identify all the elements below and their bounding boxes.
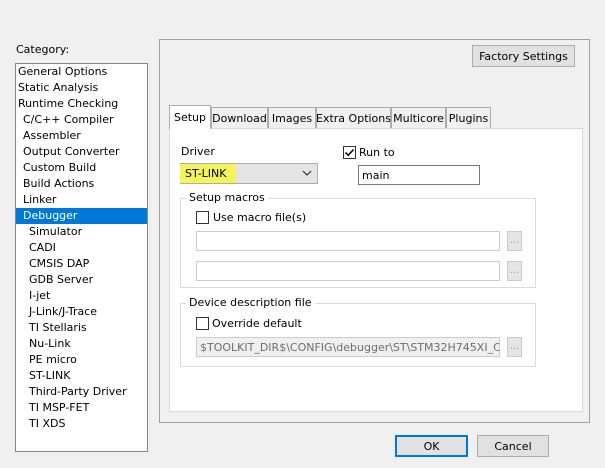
category-item[interactable]: Output Converter xyxy=(16,144,147,160)
factory-settings-button[interactable]: Factory Settings xyxy=(472,45,575,67)
category-item[interactable]: Third-Party Driver xyxy=(16,384,147,400)
category-list[interactable]: General Options Static Analysis Runtime Ch… xyxy=(15,63,148,452)
category-item[interactable]: TI Stellaris xyxy=(16,320,147,336)
category-item[interactable]: GDB Server xyxy=(16,272,147,288)
category-item[interactable]: CADI xyxy=(16,240,147,256)
category-item[interactable]: Custom Build xyxy=(16,160,147,176)
device-file-path: $TOOLKIT_DIR$\CONFIG\debugger\ST\STM32H7… xyxy=(200,341,500,354)
category-item[interactable]: Debugger xyxy=(16,208,147,224)
tab-multicore[interactable]: Multicore xyxy=(391,107,446,128)
category-item[interactable]: Static Analysis xyxy=(16,80,147,96)
category-item[interactable]: C/C++ Compiler xyxy=(16,112,147,128)
category-item[interactable]: ST-LINK xyxy=(16,368,147,384)
category-item[interactable]: General Options xyxy=(16,64,147,80)
check-icon xyxy=(344,148,355,157)
category-item[interactable]: TI XDS xyxy=(16,416,147,432)
use-macro-files-checkbox[interactable] xyxy=(196,211,209,224)
category-item[interactable]: Runtime Checking xyxy=(16,96,147,112)
macro-file-browse-button-2: ... xyxy=(507,261,522,281)
override-default-checkbox[interactable] xyxy=(196,317,209,330)
tab-setup[interactable]: Setup xyxy=(169,105,211,129)
category-item[interactable]: Assembler xyxy=(16,128,147,144)
override-default-label: Override default xyxy=(212,317,302,330)
category-label: Category: xyxy=(16,43,70,56)
tab-extra-options[interactable]: Extra Options xyxy=(316,107,391,128)
category-item[interactable]: Build Actions xyxy=(16,176,147,192)
category-item[interactable]: J-Link/J-Trace xyxy=(16,304,147,320)
driver-label: Driver xyxy=(181,145,215,158)
device-file-browse-button: ... xyxy=(507,337,522,357)
category-item[interactable]: CMSIS DAP xyxy=(16,256,147,272)
category-item[interactable]: PE micro xyxy=(16,352,147,368)
tab-plugins[interactable]: Plugins xyxy=(446,107,491,128)
category-item[interactable]: Linker xyxy=(16,192,147,208)
macro-file-browse-button-1: ... xyxy=(507,231,522,251)
use-macro-files-label: Use macro file(s) xyxy=(213,211,307,224)
macro-file-input-2 xyxy=(196,261,500,281)
driver-select[interactable]: ST-LINK xyxy=(180,163,318,184)
device-description-title: Device description file xyxy=(186,296,315,309)
ok-button[interactable]: OK xyxy=(395,435,468,457)
run-to-input-value: main xyxy=(362,169,390,182)
run-to-checkbox[interactable] xyxy=(343,146,356,159)
setup-macros-title: Setup macros xyxy=(186,191,268,204)
run-to-label: Run to xyxy=(359,146,395,159)
category-item[interactable]: I-jet xyxy=(16,288,147,304)
chevron-down-icon xyxy=(301,167,313,179)
device-file-input: $TOOLKIT_DIR$\CONFIG\debugger\ST\STM32H7… xyxy=(196,337,500,357)
category-item[interactable]: TI MSP-FET xyxy=(16,400,147,416)
category-item[interactable]: Nu-Link xyxy=(16,336,147,352)
tab-download[interactable]: Download xyxy=(211,107,268,128)
run-to-input[interactable]: main xyxy=(358,165,480,185)
macro-file-input-1 xyxy=(196,231,500,251)
driver-select-value: ST-LINK xyxy=(185,167,227,180)
cancel-button[interactable]: Cancel xyxy=(477,435,549,457)
tab-images[interactable]: Images xyxy=(268,107,316,128)
category-item[interactable]: Simulator xyxy=(16,224,147,240)
device-description-group xyxy=(180,303,536,367)
